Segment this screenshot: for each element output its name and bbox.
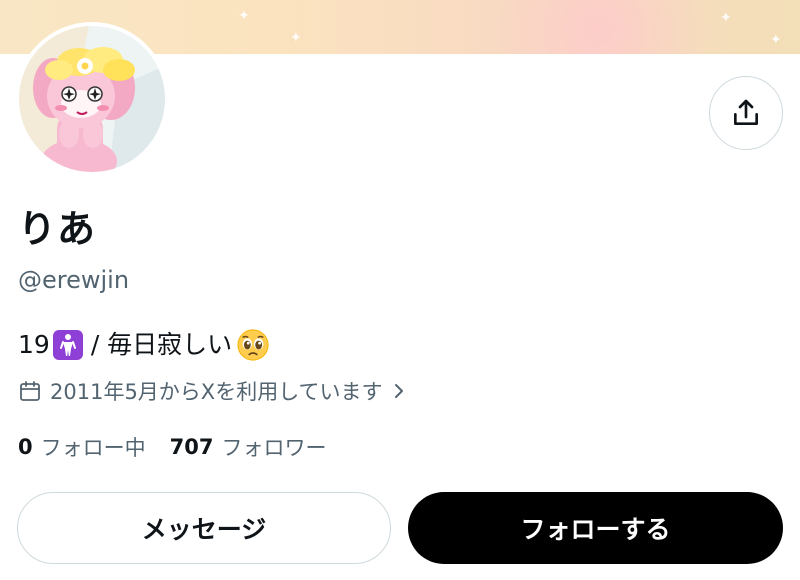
person-standing-icon [59, 334, 76, 356]
avatar[interactable] [15, 22, 169, 176]
avatar-image [19, 26, 165, 172]
followers-link[interactable]: 707 フォロワー [170, 432, 327, 462]
followers-count: 707 [169, 435, 214, 459]
followers-label: フォロワー [221, 436, 327, 460]
share-icon [734, 99, 758, 125]
sparkle-icon: ✦ [290, 30, 302, 46]
join-date-text: 2011年5月からXを利用しています [50, 380, 383, 404]
sparkle-icon: ✦ [238, 8, 250, 24]
bio-text: / 毎日寂しい [90, 330, 233, 359]
bio-age: 19 [18, 330, 50, 359]
calendar-icon [20, 381, 40, 401]
following-label: フォロー中 [40, 436, 146, 460]
share-button[interactable] [709, 76, 783, 150]
profile-page: ✦ ✦ ✦ ✦ りあ @erewjin 19 / 毎日寂しい 2011年5月から… [0, 0, 800, 580]
display-name: りあ [18, 207, 97, 251]
person-standing-emoji [52, 330, 83, 360]
following-count: 0 [18, 435, 33, 459]
follow-button[interactable]: フォローする [408, 492, 783, 564]
following-link[interactable]: 0 フォロー中 [18, 432, 146, 462]
chevron-right-icon [394, 384, 403, 398]
banner-glow [470, 0, 730, 54]
pleading-face-emoji [237, 329, 269, 361]
user-handle: @erewjin [18, 266, 130, 294]
sparkle-icon: ✦ [770, 32, 782, 48]
sparkle-icon: ✦ [720, 10, 732, 26]
profile-bio: 19 / 毎日寂しい [18, 325, 270, 365]
follow-stats: 0 フォロー中 707 フォロワー [18, 430, 350, 464]
message-button[interactable]: メッセージ [17, 492, 391, 564]
join-date[interactable]: 2011年5月からXを利用しています [18, 374, 409, 408]
